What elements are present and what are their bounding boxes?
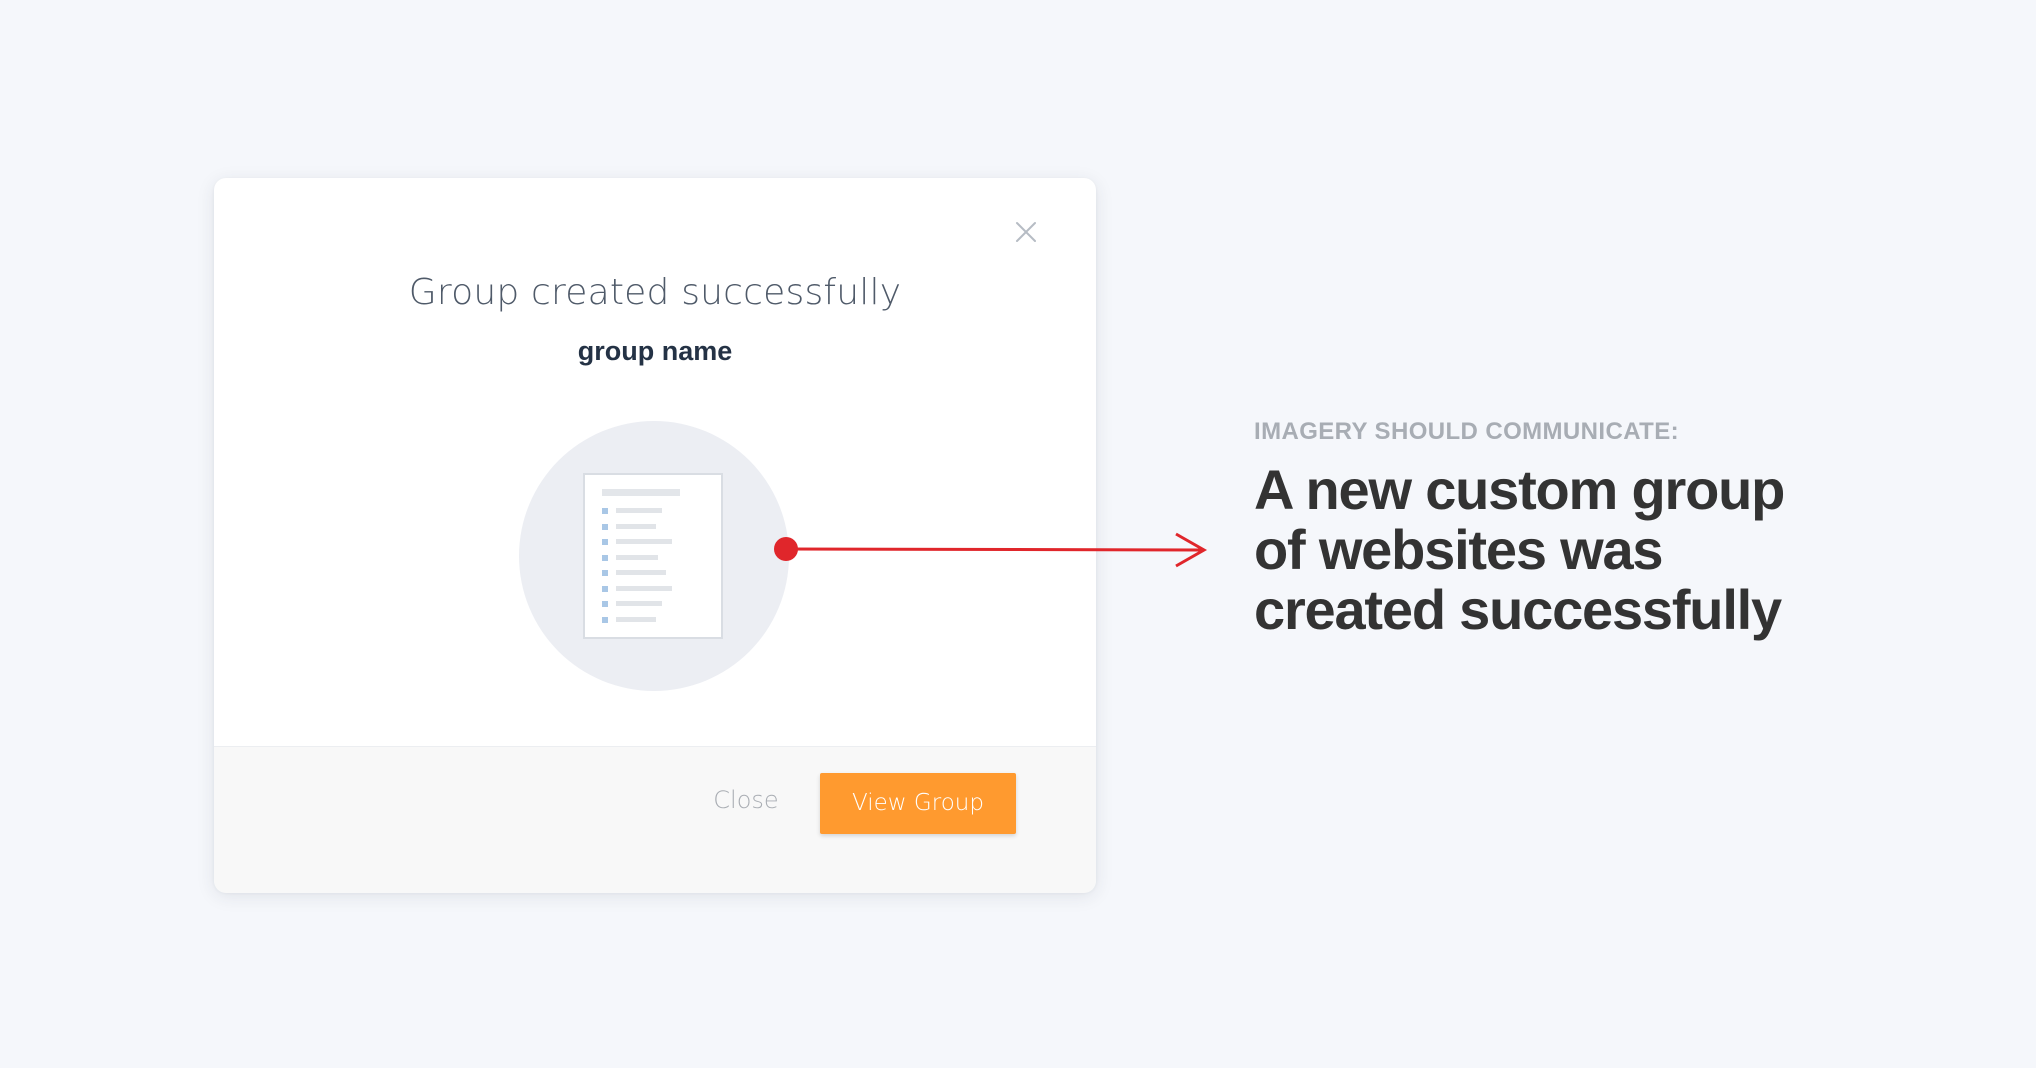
- caption-label: IMAGERY SHOULD COMMUNICATE:: [1254, 418, 1680, 445]
- annotation-arrow: [774, 532, 1208, 568]
- modal-title: Group created successfully: [408, 272, 902, 313]
- document-list-icon: [519, 421, 789, 691]
- view-group-button[interactable]: View Group: [820, 773, 1016, 834]
- group-name: group name: [577, 336, 733, 366]
- close-icon[interactable]: [1012, 218, 1040, 246]
- close-button[interactable]: Close: [700, 780, 792, 820]
- caption-headline: A new custom group of websites was creat…: [1254, 458, 1785, 641]
